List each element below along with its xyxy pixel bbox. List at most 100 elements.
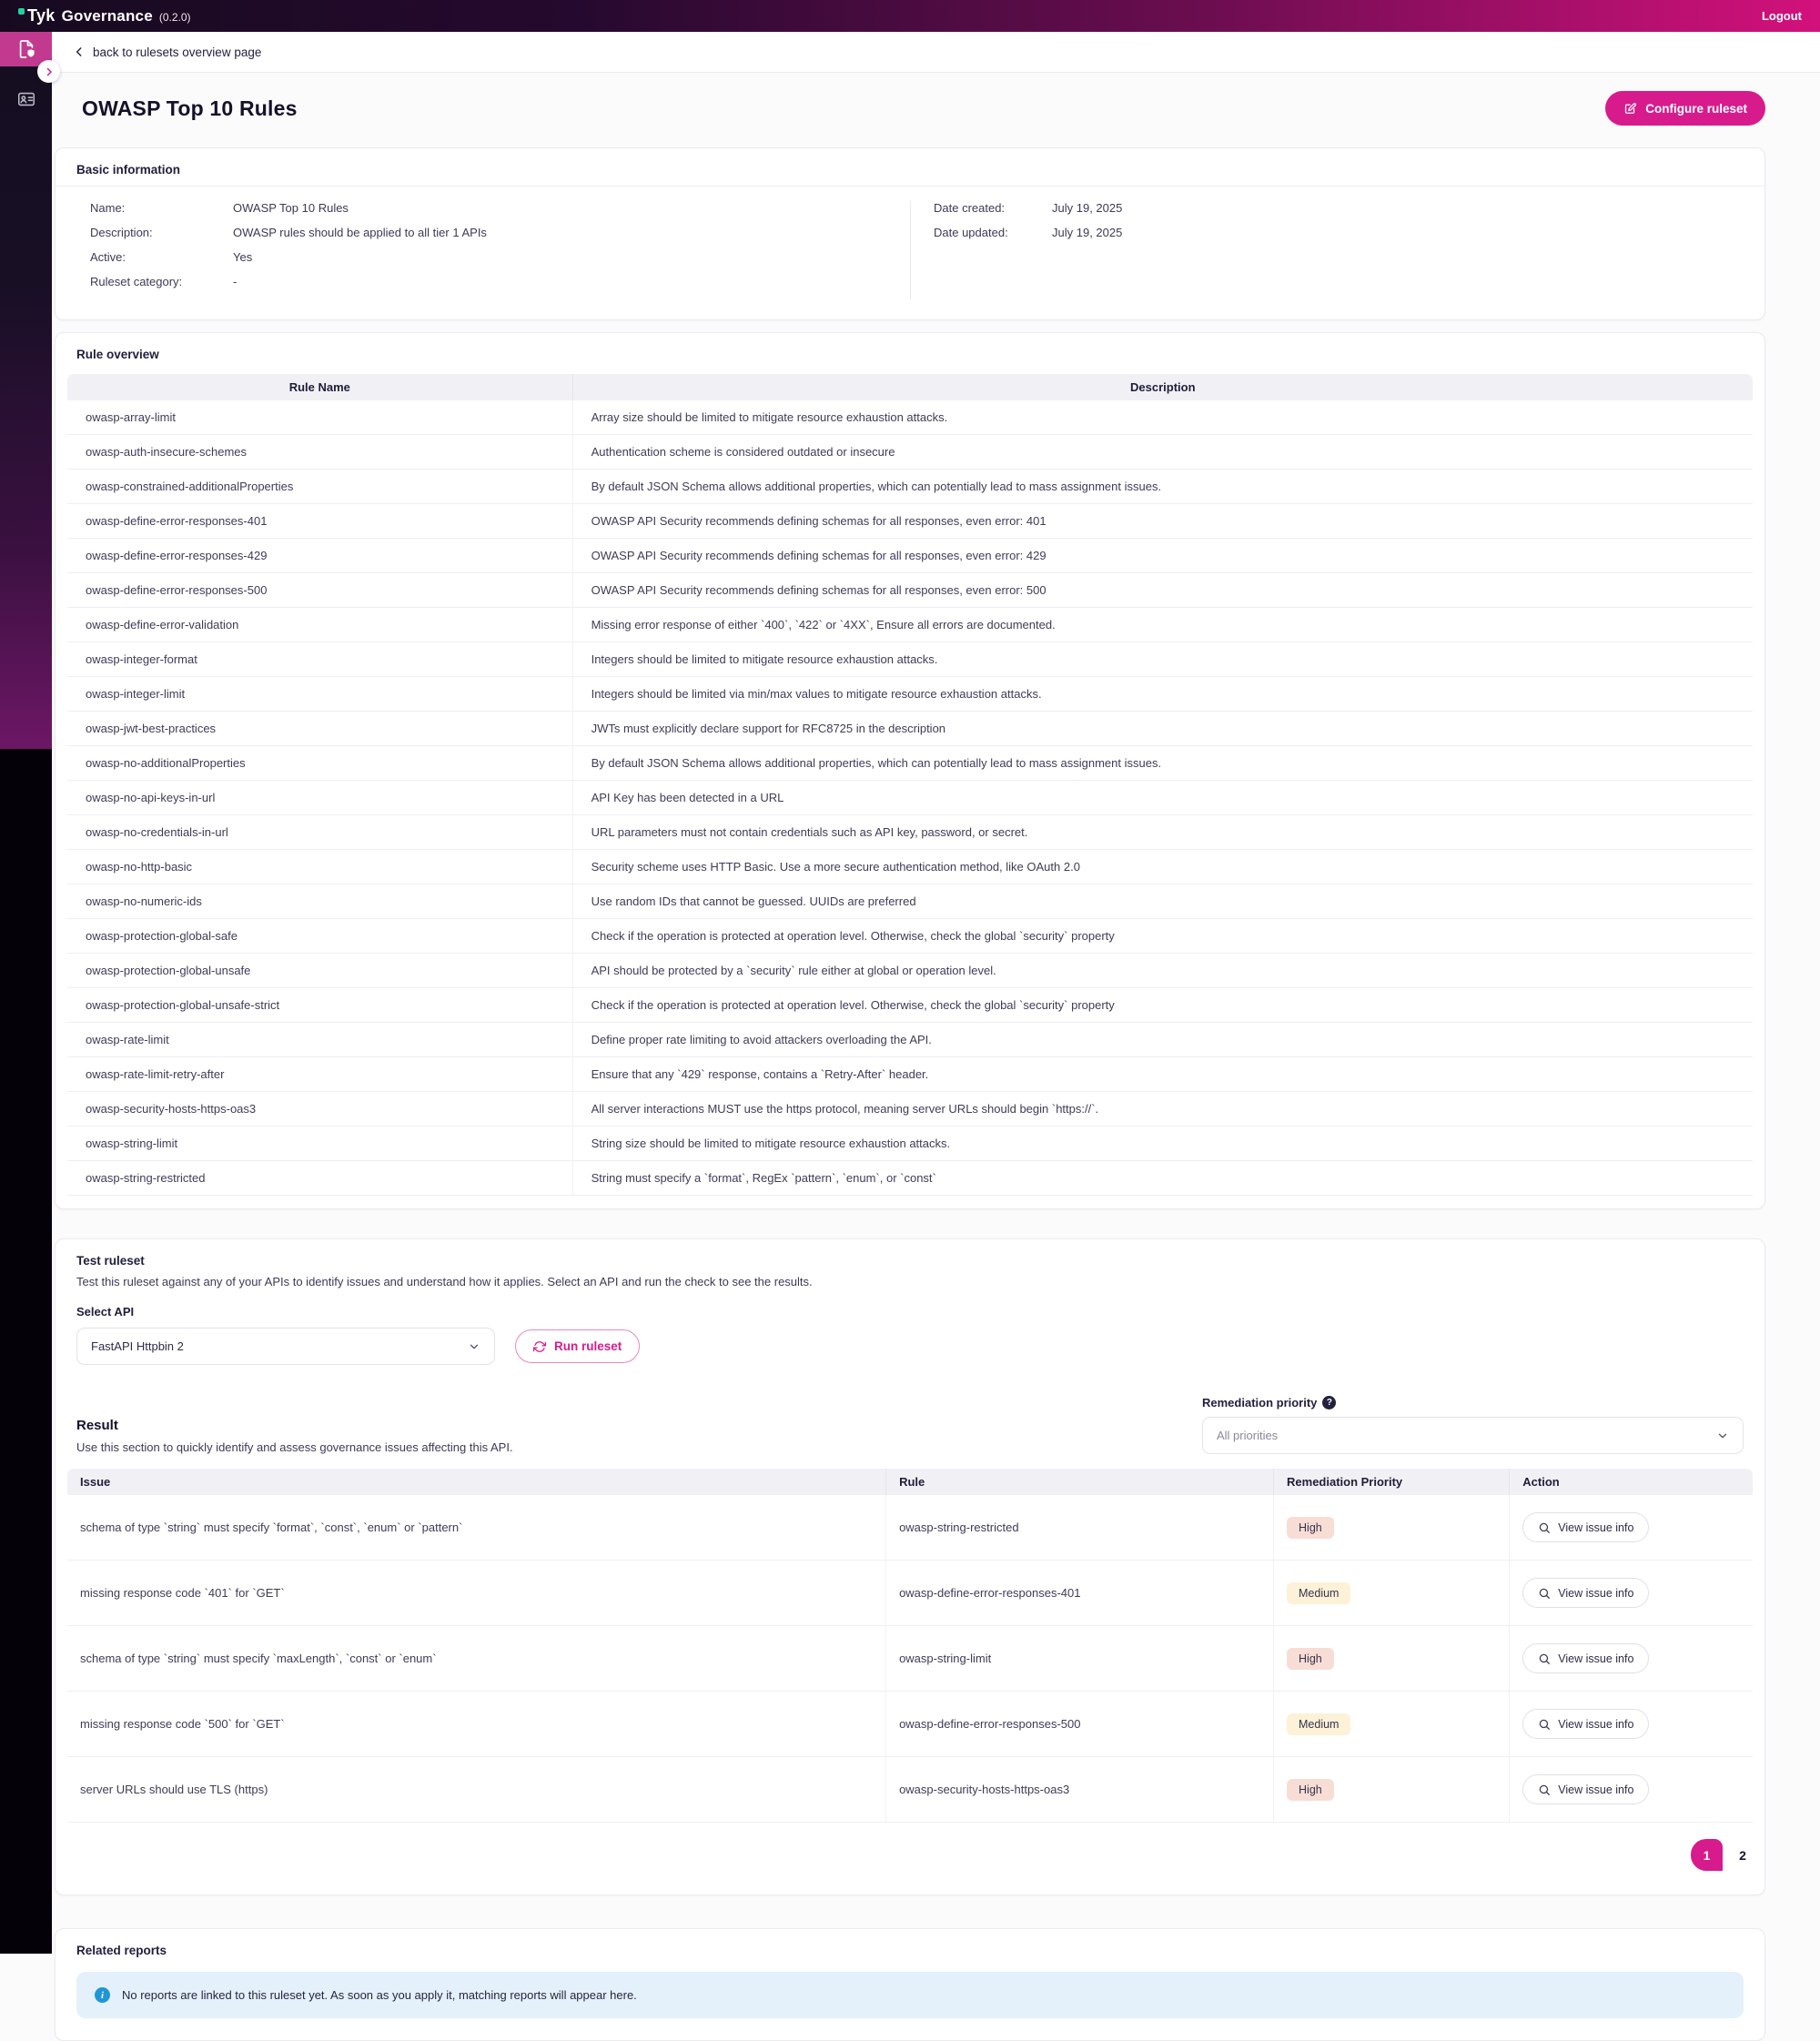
action-cell: View issue info [1510, 1495, 1753, 1561]
help-question-icon[interactable]: ? [1322, 1396, 1336, 1410]
issue-cell: missing response code `401` for `GET` [67, 1561, 886, 1626]
priority-filter-label-row: Remediation priority ? [1202, 1396, 1744, 1410]
back-link[interactable]: back to rulesets overview page [52, 32, 1820, 73]
column-header-rule: Rule [886, 1469, 1274, 1495]
info-field-label: Date updated: [934, 226, 1052, 239]
view-issue-info-button[interactable]: View issue info [1522, 1512, 1649, 1542]
rule-name-cell: owasp-integer-limit [67, 677, 573, 712]
search-icon [1538, 1521, 1551, 1534]
result-table: Issue Rule Remediation Priority Action s… [67, 1469, 1753, 1823]
action-cell: View issue info [1510, 1561, 1753, 1626]
search-icon [1538, 1783, 1551, 1796]
issue-rule-cell: owasp-define-error-responses-500 [886, 1692, 1274, 1757]
no-reports-message: No reports are linked to this ruleset ye… [122, 1988, 637, 2002]
info-field-value: - [233, 275, 237, 288]
info-field-value: OWASP Top 10 Rules [233, 201, 349, 215]
rule-description-cell: String size should be limited to mitigat… [573, 1127, 1753, 1161]
rule-name-cell: owasp-security-hosts-https-oas3 [67, 1092, 573, 1127]
priority-filter-label: Remediation priority [1202, 1396, 1317, 1410]
chevron-down-icon [468, 1340, 480, 1353]
brand-name: Tyk [27, 6, 56, 25]
configure-ruleset-button[interactable]: Configure ruleset [1605, 91, 1765, 126]
info-field-label: Active: [90, 250, 233, 264]
page-title: OWASP Top 10 Rules [82, 96, 298, 121]
result-title: Result [76, 1418, 513, 1433]
basic-information-title: Basic information [67, 161, 1753, 186]
rule-name-cell: owasp-define-error-responses-429 [67, 539, 573, 573]
issue-row: missing response code `500` for `GET`owa… [67, 1692, 1753, 1757]
sidebar-expand-toggle[interactable] [37, 60, 60, 83]
rule-row: owasp-integer-limitIntegers should be li… [67, 677, 1753, 712]
column-header-rule-name: Rule Name [67, 374, 573, 400]
view-issue-info-label: View issue info [1558, 1718, 1633, 1731]
rule-description-cell: URL parameters must not contain credenti… [573, 815, 1753, 850]
rule-name-cell: owasp-no-api-keys-in-url [67, 781, 573, 815]
rule-name-cell: owasp-no-http-basic [67, 850, 573, 884]
priority-filter-select[interactable]: All priorities [1202, 1417, 1744, 1454]
rule-row: owasp-protection-global-safeCheck if the… [67, 919, 1753, 954]
rule-description-cell: Check if the operation is protected at o… [573, 988, 1753, 1023]
issue-rule-cell: owasp-string-limit [886, 1626, 1274, 1692]
rule-row: owasp-no-additionalPropertiesBy default … [67, 746, 1753, 781]
sidebar [0, 32, 52, 749]
sidebar-background [0, 749, 52, 1954]
info-field-row: Date created:July 19, 2025 [934, 201, 1753, 215]
sidebar-item-apis[interactable] [0, 81, 52, 117]
related-reports-card: Related reports i No reports are linked … [55, 1928, 1765, 2041]
result-table-head: Issue Rule Remediation Priority Action [67, 1469, 1753, 1495]
issue-cell: schema of type `string` must specify `fo… [67, 1495, 886, 1561]
issue-cell: schema of type `string` must specify `ma… [67, 1626, 886, 1692]
test-ruleset-title: Test ruleset [67, 1252, 1753, 1273]
result-header: Result Use this section to quickly ident… [67, 1396, 1753, 1454]
rule-name-cell: owasp-protection-global-safe [67, 919, 573, 954]
rule-name-cell: owasp-jwt-best-practices [67, 712, 573, 746]
run-ruleset-button[interactable]: Run ruleset [515, 1329, 640, 1363]
rule-description-cell: Check if the operation is protected at o… [573, 919, 1753, 954]
column-header-remediation-priority: Remediation Priority [1274, 1469, 1510, 1495]
priority-filter-block: Remediation priority ? All priorities [1202, 1396, 1744, 1454]
rule-row: owasp-constrained-additionalPropertiesBy… [67, 470, 1753, 504]
rule-name-cell: owasp-string-restricted [67, 1161, 573, 1196]
pagination-page[interactable]: 2 [1734, 1848, 1751, 1863]
rule-name-cell: owasp-string-limit [67, 1127, 573, 1161]
rule-description-cell: All server interactions MUST use the htt… [573, 1092, 1753, 1127]
pagination-page[interactable]: 1 [1691, 1839, 1723, 1871]
configure-ruleset-label: Configure ruleset [1645, 102, 1747, 116]
view-issue-info-button[interactable]: View issue info [1522, 1774, 1649, 1804]
app-logo: Tyk Governance (0.2.0) [18, 6, 191, 25]
rule-row: owasp-no-http-basicSecurity scheme uses … [67, 850, 1753, 884]
select-api-row: FastAPI Httpbin 2 Run ruleset [67, 1328, 1753, 1365]
rule-row: owasp-integer-formatIntegers should be l… [67, 642, 1753, 677]
column-header-description: Description [573, 374, 1753, 400]
main-content: back to rulesets overview page OWASP Top… [52, 32, 1820, 1954]
view-issue-info-button[interactable]: View issue info [1522, 1578, 1649, 1608]
issue-row: missing response code `401` for `GET`owa… [67, 1561, 1753, 1626]
rule-description-cell: Use random IDs that cannot be guessed. U… [573, 884, 1753, 919]
view-issue-info-button[interactable]: View issue info [1522, 1709, 1649, 1739]
rule-name-cell: owasp-define-error-responses-500 [67, 573, 573, 608]
rule-description-cell: Integers should be limited via min/max v… [573, 677, 1753, 712]
rule-description-cell: Define proper rate limiting to avoid att… [573, 1023, 1753, 1057]
priority-badge: High [1287, 1648, 1334, 1670]
rule-row: owasp-string-limitString size should be … [67, 1127, 1753, 1161]
api-select[interactable]: FastAPI Httpbin 2 [76, 1328, 495, 1365]
priority-cell: High [1274, 1626, 1510, 1692]
rule-row: owasp-array-limitArray size should be li… [67, 400, 1753, 435]
rule-row: owasp-protection-global-unsafe-strictChe… [67, 988, 1753, 1023]
view-issue-info-button[interactable]: View issue info [1522, 1643, 1649, 1673]
logout-button[interactable]: Logout [1762, 9, 1802, 23]
rule-name-cell: owasp-no-additionalProperties [67, 746, 573, 781]
rule-name-cell: owasp-protection-global-unsafe-strict [67, 988, 573, 1023]
rule-description-cell: By default JSON Schema allows additional… [573, 470, 1753, 504]
rule-row: owasp-define-error-responses-429OWASP AP… [67, 539, 1753, 573]
info-field-label: Date created: [934, 201, 1052, 215]
rule-overview-title: Rule overview [67, 346, 1753, 370]
info-field-row: Description:OWASP rules should be applie… [90, 226, 892, 239]
rule-description-cell: OWASP API Security recommends defining s… [573, 504, 1753, 539]
rule-overview-table-body: owasp-array-limitArray size should be li… [67, 400, 1753, 1196]
rule-row: owasp-rate-limitDefine proper rate limit… [67, 1023, 1753, 1057]
info-field-value: July 19, 2025 [1052, 201, 1122, 215]
info-icon: i [95, 1987, 110, 2003]
result-header-left: Result Use this section to quickly ident… [76, 1418, 513, 1454]
edit-pencil-icon [1623, 102, 1637, 116]
